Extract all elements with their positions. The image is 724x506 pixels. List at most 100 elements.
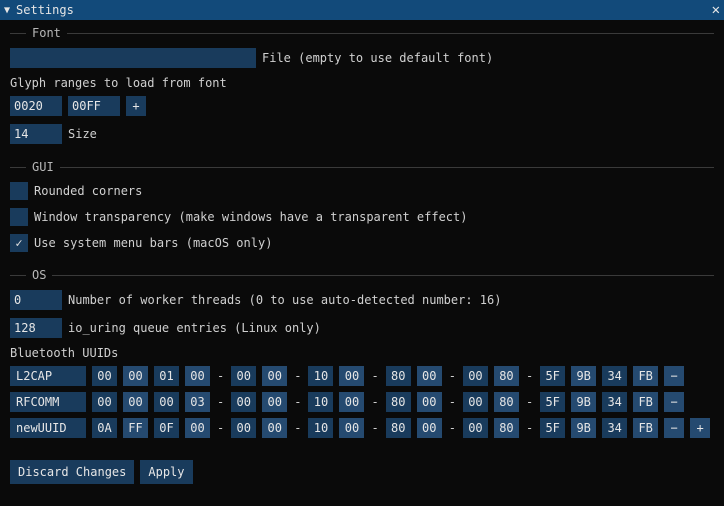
uuid-separator: - — [448, 369, 457, 383]
uuid-byte-input[interactable]: 01 — [154, 366, 179, 386]
remove-uuid-button[interactable]: − — [664, 366, 684, 386]
uuid-byte-input[interactable]: 5F — [540, 418, 565, 438]
uuid-byte-input[interactable]: 5F — [540, 366, 565, 386]
section-title: GUI — [32, 160, 54, 174]
io-uring-input[interactable] — [10, 318, 62, 338]
uuid-byte-input[interactable]: 03 — [185, 392, 210, 412]
uuid-byte-input[interactable]: 00 — [92, 366, 117, 386]
uuid-separator: - — [293, 369, 302, 383]
uuid-name-input[interactable]: newUUID — [10, 418, 86, 438]
uuid-byte-input[interactable]: 00 — [339, 392, 364, 412]
titlebar[interactable]: ▼ Settings ✕ — [0, 0, 724, 20]
discard-button[interactable]: Discard Changes — [10, 460, 134, 484]
transparency-checkbox[interactable] — [10, 208, 28, 226]
uuid-byte-input[interactable]: 00 — [123, 366, 148, 386]
uuid-byte-input[interactable]: 80 — [494, 418, 519, 438]
uuid-byte-input[interactable]: 00 — [262, 366, 287, 386]
uuid-byte-input[interactable]: 00 — [339, 418, 364, 438]
uuid-byte-input[interactable]: 00 — [463, 418, 488, 438]
uuid-byte-input[interactable]: 34 — [602, 366, 627, 386]
uuid-name-input[interactable]: RFCOMM — [10, 392, 86, 412]
font-size-input[interactable] — [10, 124, 62, 144]
uuid-byte-input[interactable]: 00 — [339, 366, 364, 386]
uuid-byte-input[interactable]: 0F — [154, 418, 179, 438]
uuid-byte-input[interactable]: 10 — [308, 366, 333, 386]
uuid-byte-input[interactable]: 00 — [185, 418, 210, 438]
uuid-separator: - — [293, 421, 302, 435]
transparency-label: Window transparency (make windows have a… — [34, 210, 467, 224]
uuid-separator: - — [448, 395, 457, 409]
glyph-from-input[interactable] — [10, 96, 62, 116]
workers-label: Number of worker threads (0 to use auto-… — [68, 293, 501, 307]
close-icon[interactable]: ✕ — [712, 3, 720, 17]
uuid-byte-input[interactable]: 9B — [571, 392, 596, 412]
uuid-byte-input[interactable]: 80 — [494, 366, 519, 386]
menubar-checkbox[interactable] — [10, 234, 28, 252]
glyph-to-input[interactable] — [68, 96, 120, 116]
uuid-byte-input[interactable]: 00 — [262, 392, 287, 412]
uuid-byte-input[interactable]: 00 — [154, 392, 179, 412]
content: Font File (empty to use default font) Gl… — [0, 20, 724, 494]
font-size-label: Size — [68, 127, 97, 141]
uuid-byte-input[interactable]: 80 — [386, 392, 411, 412]
uuid-byte-input[interactable]: 00 — [417, 418, 442, 438]
uuid-byte-input[interactable]: 9B — [571, 418, 596, 438]
uuid-byte-input[interactable]: 00 — [463, 392, 488, 412]
uuid-separator: - — [525, 395, 534, 409]
uuid-byte-input[interactable]: 00 — [262, 418, 287, 438]
uuid-byte-input[interactable]: 80 — [494, 392, 519, 412]
uuid-name-input[interactable]: L2CAP — [10, 366, 86, 386]
uuid-byte-input[interactable]: 00 — [231, 366, 256, 386]
section-header-font: Font — [10, 26, 714, 40]
font-file-label: File (empty to use default font) — [262, 51, 493, 65]
uuid-byte-input[interactable]: 00 — [123, 392, 148, 412]
window-title: Settings — [16, 3, 712, 17]
uuid-list: L2CAP00000100-0000-1000-8000-0080-5F9B34… — [10, 366, 714, 438]
uuid-byte-input[interactable]: 00 — [417, 392, 442, 412]
glyph-ranges-label: Glyph ranges to load from font — [10, 76, 714, 90]
uuid-separator: - — [216, 421, 225, 435]
uuid-separator: - — [293, 395, 302, 409]
section-gui: GUI Rounded corners Window transparency … — [10, 160, 714, 252]
uuid-byte-input[interactable]: 00 — [417, 366, 442, 386]
add-uuid-button[interactable]: + — [690, 418, 710, 438]
uuid-byte-input[interactable]: 80 — [386, 366, 411, 386]
uuid-byte-input[interactable]: 9B — [571, 366, 596, 386]
uuid-byte-input[interactable]: 00 — [231, 392, 256, 412]
remove-uuid-button[interactable]: − — [664, 418, 684, 438]
section-os: OS Number of worker threads (0 to use au… — [10, 268, 714, 438]
uuid-byte-input[interactable]: FF — [123, 418, 148, 438]
uuid-byte-input[interactable]: 10 — [308, 392, 333, 412]
workers-input[interactable] — [10, 290, 62, 310]
uuid-separator: - — [525, 369, 534, 383]
rounded-corners-checkbox[interactable] — [10, 182, 28, 200]
font-file-input[interactable] — [10, 48, 256, 68]
uuid-row: RFCOMM00000003-0000-1000-8000-0080-5F9B3… — [10, 392, 714, 412]
uuid-byte-input[interactable]: 00 — [463, 366, 488, 386]
uuid-byte-input[interactable]: 5F — [540, 392, 565, 412]
uuid-separator: - — [370, 421, 379, 435]
section-title: Font — [32, 26, 61, 40]
collapse-icon[interactable]: ▼ — [4, 5, 10, 16]
uuid-byte-input[interactable]: 00 — [185, 366, 210, 386]
uuid-byte-input[interactable]: 00 — [92, 392, 117, 412]
remove-uuid-button[interactable]: − — [664, 392, 684, 412]
uuid-byte-input[interactable]: 10 — [308, 418, 333, 438]
uuid-byte-input[interactable]: 0A — [92, 418, 117, 438]
uuid-byte-input[interactable]: 80 — [386, 418, 411, 438]
io-uring-label: io_uring queue entries (Linux only) — [68, 321, 321, 335]
uuid-byte-input[interactable]: 34 — [602, 392, 627, 412]
add-glyph-button[interactable]: + — [126, 96, 146, 116]
action-bar: Discard Changes Apply — [10, 460, 714, 484]
section-title: OS — [32, 268, 46, 282]
apply-button[interactable]: Apply — [140, 460, 192, 484]
uuid-byte-input[interactable]: FB — [633, 366, 658, 386]
uuid-byte-input[interactable]: 34 — [602, 418, 627, 438]
uuid-byte-input[interactable]: FB — [633, 392, 658, 412]
menubar-label: Use system menu bars (macOS only) — [34, 236, 272, 250]
uuid-byte-input[interactable]: 00 — [231, 418, 256, 438]
uuid-byte-input[interactable]: FB — [633, 418, 658, 438]
bluetooth-uuids-label: Bluetooth UUIDs — [10, 346, 714, 360]
uuid-row: newUUID0AFF0F00-0000-1000-8000-0080-5F9B… — [10, 418, 714, 438]
section-header-gui: GUI — [10, 160, 714, 174]
